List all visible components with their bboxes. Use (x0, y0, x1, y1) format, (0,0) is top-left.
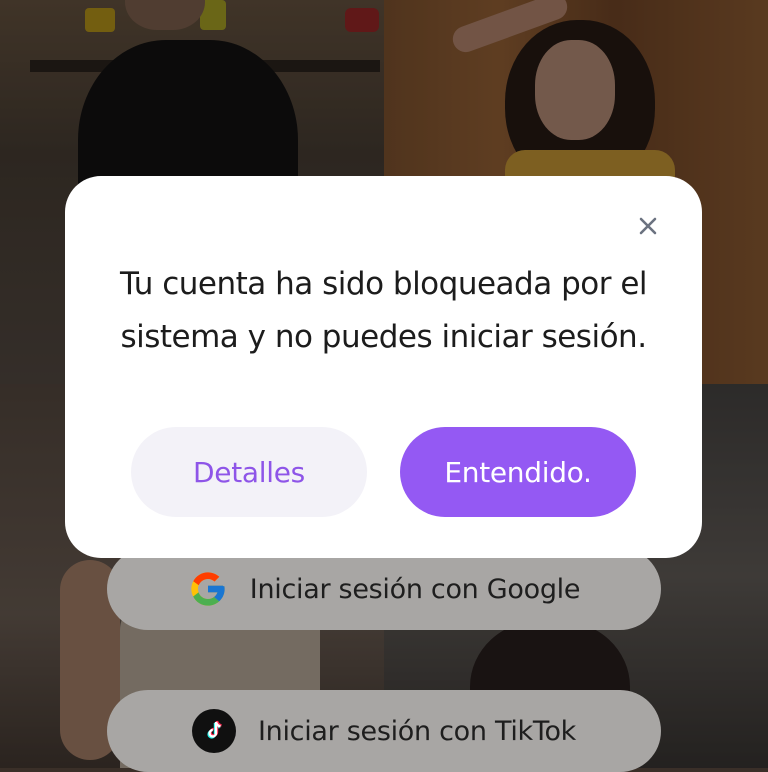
google-login-button[interactable]: Iniciar sesión con Google (107, 548, 661, 630)
understood-button[interactable]: Entendido. (400, 427, 636, 517)
tiktok-login-label: Iniciar sesión con TikTok (257, 715, 577, 747)
tiktok-login-button[interactable]: Iniciar sesión con TikTok (107, 690, 661, 772)
google-icon (191, 572, 225, 606)
account-blocked-dialog: Tu cuenta ha sido bloqueada por el siste… (65, 176, 702, 558)
details-button[interactable]: Detalles (131, 427, 367, 517)
dialog-message: Tu cuenta ha sido bloqueada por el siste… (119, 266, 648, 355)
close-button[interactable] (634, 212, 662, 240)
google-login-label: Iniciar sesión con Google (249, 573, 581, 605)
close-icon (639, 217, 657, 235)
tiktok-icon (191, 709, 236, 753)
